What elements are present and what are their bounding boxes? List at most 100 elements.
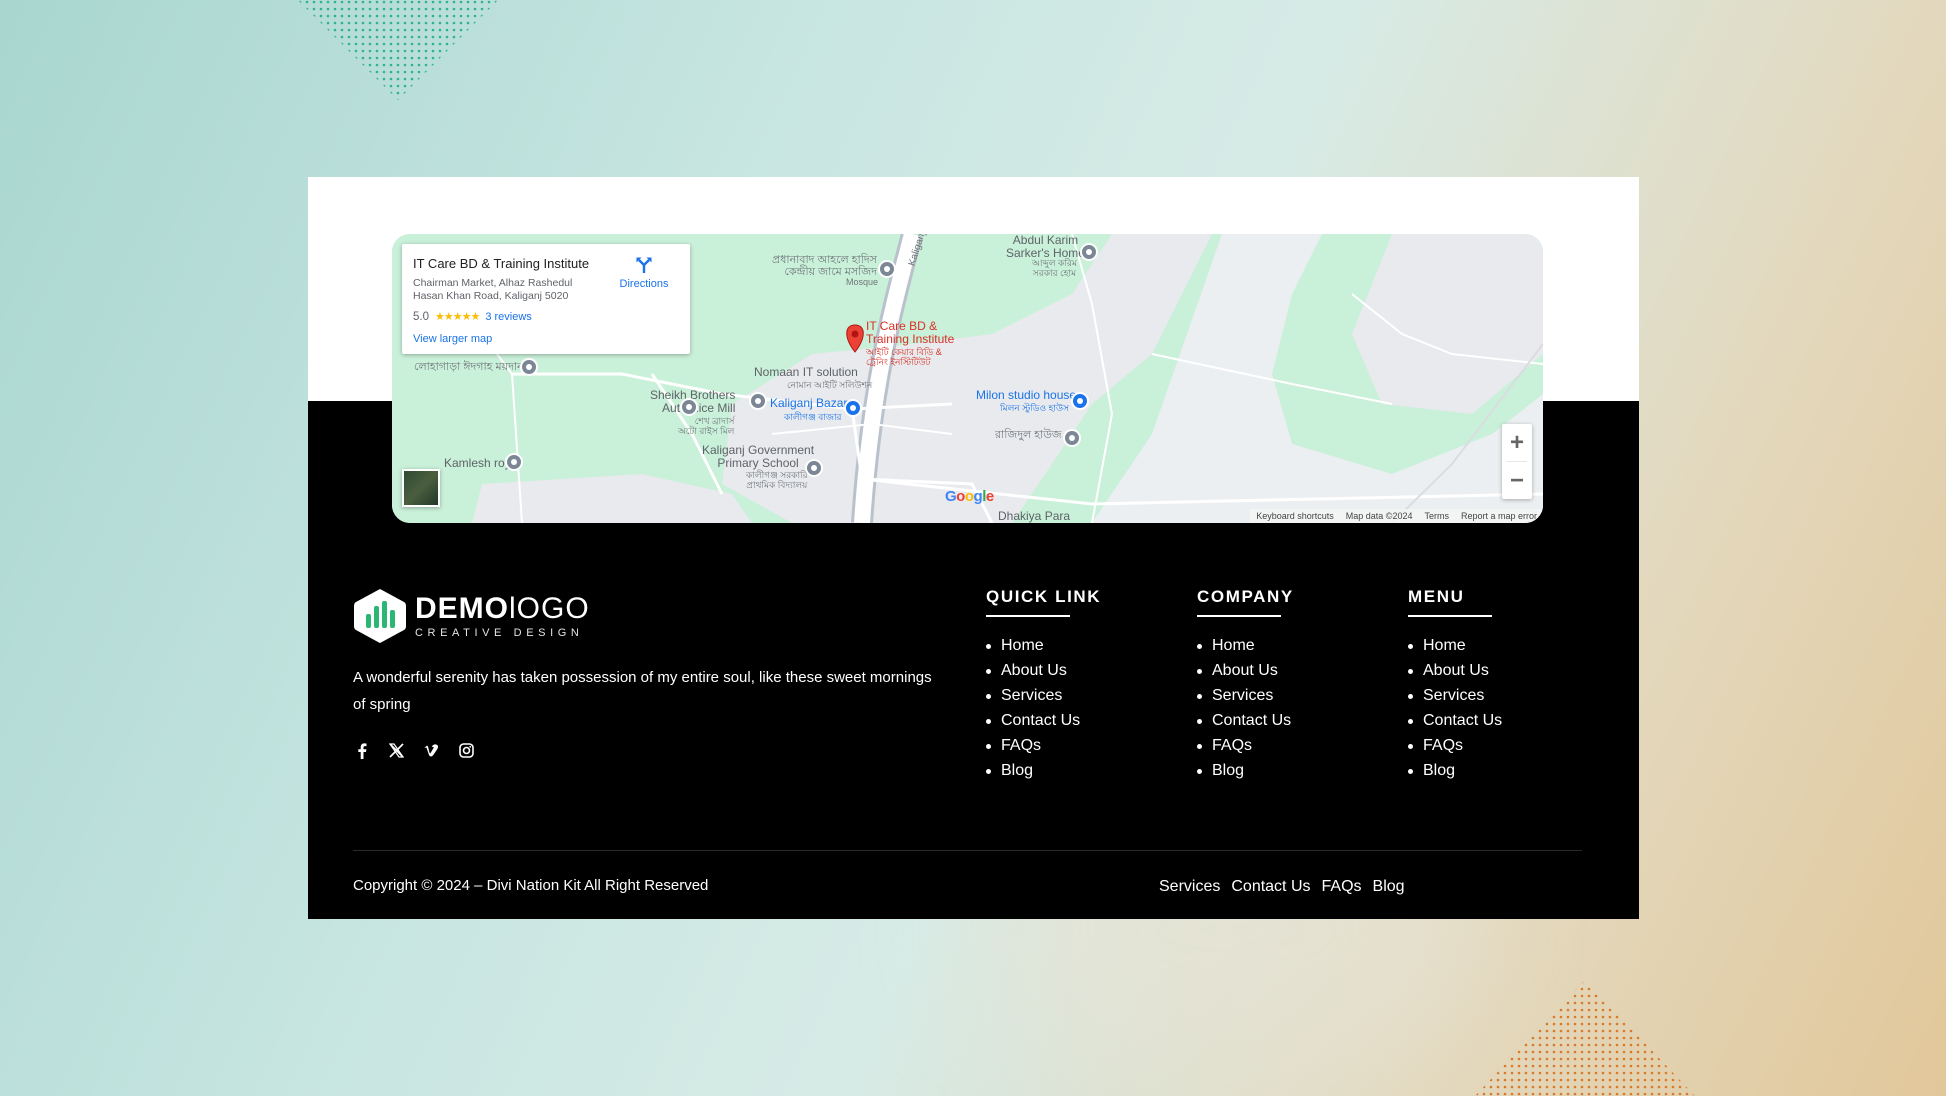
map-label-abdul-karim-bn: আব্দুল করিম সরকার হোম	[1032, 258, 1077, 278]
footer-logo[interactable]: DEMOlOGO CREATIVE DESIGN	[353, 587, 590, 645]
map-footer: Keyboard shortcuts Map data ©2024 Terms …	[1250, 509, 1543, 523]
company-link-contact-us[interactable]: Contact Us	[1197, 708, 1294, 733]
logo-hexagon-icon	[354, 589, 406, 643]
embedded-map[interactable]: Abdul Karim Sarker's Home আব্দুল করিম সর…	[392, 234, 1543, 523]
poi-kamlesh-icon[interactable]	[505, 453, 523, 471]
poi-abdul-karim-icon[interactable]	[1080, 243, 1098, 261]
logo-bold: DEMO	[415, 591, 509, 625]
decorative-dots-bottom	[1475, 980, 1695, 1096]
column-title: QUICK LINK	[986, 587, 1102, 606]
vimeo-icon[interactable]	[423, 742, 440, 759]
footer-divider	[353, 850, 1582, 851]
quick-link-faqs[interactable]: FAQs	[986, 733, 1101, 758]
menu-link-services[interactable]: Services	[1408, 683, 1502, 708]
bottom-link-contact-us[interactable]: Contact Us	[1231, 878, 1310, 896]
logo-wordmark: DEMOlOGO CREATIVE DESIGN	[415, 591, 590, 639]
map-label-kaliganj-bazar: Kaliganj Bazar	[770, 396, 848, 410]
logo-main-text: DEMOlOGO	[415, 591, 590, 625]
poi-rajidul-icon[interactable]	[1063, 429, 1081, 447]
view-larger-map-link[interactable]: View larger map	[413, 333, 679, 345]
logo-light: lOGO	[509, 591, 590, 625]
map-label-dhakiya: Dhakiya Para	[998, 509, 1071, 523]
copyright-text: Copyright © 2024 – Divi Nation Kit All R…	[353, 877, 709, 894]
satellite-toggle[interactable]	[402, 469, 440, 507]
quick-link-about-us[interactable]: About Us	[986, 658, 1101, 683]
terms-link[interactable]: Terms	[1424, 509, 1449, 523]
poi-milon-icon[interactable]	[1071, 392, 1089, 410]
column-title: MENU	[1408, 587, 1465, 606]
map-label-mosque: Mosque	[846, 277, 879, 287]
bottom-link-faqs[interactable]: FAQs	[1322, 878, 1362, 896]
bottom-link-blog[interactable]: Blog	[1373, 878, 1405, 896]
poi-kaliganj-bazar-icon[interactable]	[844, 399, 862, 417]
rating-value: 5.0	[413, 310, 429, 323]
poi-nomaan-icon[interactable]	[749, 392, 767, 410]
place-rating: 5.0 ★★★★★ 3 reviews	[413, 310, 679, 324]
map-label-nomaan-bn: নোমান আইটি সলিউশন	[787, 380, 873, 390]
company-link-services[interactable]: Services	[1197, 683, 1294, 708]
map-label-eidgah-bn: লোহাগাড়া ঈদগাহ ময়দান	[414, 361, 524, 373]
x-icon[interactable]	[388, 742, 405, 759]
directions-icon	[636, 257, 652, 273]
footer-preview-frame: Abdul Karim Sarker's Home আব্দুল করিম সর…	[308, 177, 1639, 919]
footer-column-menu: MENU Home About Us Services Contact Us F…	[1408, 587, 1502, 783]
footer-column-quick-link: QUICK LINK Home About Us Services Contac…	[986, 587, 1101, 783]
map-label-milon: Milon studio house	[976, 388, 1077, 402]
map-label-rajidul-bn: রাজিদুল হাউজ	[995, 429, 1062, 441]
quick-link-home[interactable]: Home	[986, 633, 1101, 658]
quick-link-contact-us[interactable]: Contact Us	[986, 708, 1101, 733]
report-error-link[interactable]: Report a map error	[1461, 509, 1537, 523]
menu-link-faqs[interactable]: FAQs	[1408, 733, 1502, 758]
place-info-card: IT Care BD & Training Institute Chairman…	[402, 244, 690, 354]
menu-link-contact-us[interactable]: Contact Us	[1408, 708, 1502, 733]
menu-link-blog[interactable]: Blog	[1408, 758, 1502, 783]
quick-link-blog[interactable]: Blog	[986, 758, 1101, 783]
column-title-underline	[1408, 615, 1492, 617]
bottom-link-services[interactable]: Services	[1159, 878, 1220, 896]
map-label-marker: IT Care BD & Training Institute	[866, 319, 955, 346]
google-logo: Google	[945, 488, 994, 505]
zoom-out-button[interactable]: −	[1502, 462, 1532, 499]
footer-about-text: A wonderful serenity has taken possessio…	[353, 669, 932, 713]
facebook-icon[interactable]	[353, 742, 370, 759]
instagram-icon[interactable]	[458, 742, 475, 759]
place-address: Chairman Market, Alhaz Rashedul Hasan Kh…	[413, 277, 573, 302]
map-label-school-bn: কালীগঞ্জ সরকারি প্রাথমিক বিদ্যালয়	[746, 470, 808, 490]
map-label-abdul-karim: Abdul Karim Sarker's Home	[1006, 234, 1085, 260]
map-label-kamlesh: Kamlesh roy	[444, 456, 511, 470]
map-label-mosque-bn: প্রধানাবাদ আহলে হাদিস কেন্দ্রীয় জামে মস…	[772, 254, 877, 278]
reviews-link[interactable]: 3 reviews	[485, 311, 531, 323]
column-title-underline	[986, 615, 1070, 617]
map-data-text: Map data ©2024	[1345, 511, 1413, 521]
bottom-links: Services Contact Us FAQs Blog	[1159, 878, 1405, 896]
rating-stars: ★★★★★	[435, 311, 480, 323]
company-link-faqs[interactable]: FAQs	[1197, 733, 1294, 758]
column-title: COMPANY	[1197, 587, 1294, 606]
company-link-home[interactable]: Home	[1197, 633, 1294, 658]
map-label-kaliganj-bazar-bn: কালীগঞ্জ বাজার	[784, 412, 842, 422]
quick-link-services[interactable]: Services	[986, 683, 1101, 708]
zoom-in-button[interactable]: +	[1502, 424, 1532, 461]
poi-school-icon[interactable]	[805, 459, 823, 477]
keyboard-shortcuts-link[interactable]: Keyboard shortcuts	[1256, 509, 1334, 523]
social-links	[353, 742, 475, 759]
directions-label: Directions	[619, 278, 669, 290]
column-title-underline	[1197, 615, 1281, 617]
map-label-milon-bn: মিলন স্টুডিও হাউস	[1000, 403, 1069, 413]
poi-sheikh-brothers-icon[interactable]	[680, 398, 698, 416]
company-link-about-us[interactable]: About Us	[1197, 658, 1294, 683]
company-link-blog[interactable]: Blog	[1197, 758, 1294, 783]
menu-link-about-us[interactable]: About Us	[1408, 658, 1502, 683]
map-label-school: Kaliganj Government Primary School	[702, 443, 815, 470]
decorative-dots-top	[298, 0, 498, 100]
zoom-controls: + −	[1502, 424, 1532, 499]
poi-mosque-icon[interactable]	[878, 260, 896, 278]
map-label-sheikh-bn: শেখ ব্রাদার্স অটো রাইস মিল	[678, 416, 735, 436]
footer-column-company: COMPANY Home About Us Services Contact U…	[1197, 587, 1294, 783]
poi-eidgah-icon[interactable]	[520, 358, 538, 376]
directions-button[interactable]: Directions	[614, 256, 674, 290]
menu-link-home[interactable]: Home	[1408, 633, 1502, 658]
logo-tagline: CREATIVE DESIGN	[415, 626, 584, 639]
map-label-marker-bn: আইটি কেয়ার বিডি & ট্রেনিং ইনস্টিটিউট	[866, 347, 942, 367]
map-label-nomaan: Nomaan IT solution	[754, 365, 858, 379]
